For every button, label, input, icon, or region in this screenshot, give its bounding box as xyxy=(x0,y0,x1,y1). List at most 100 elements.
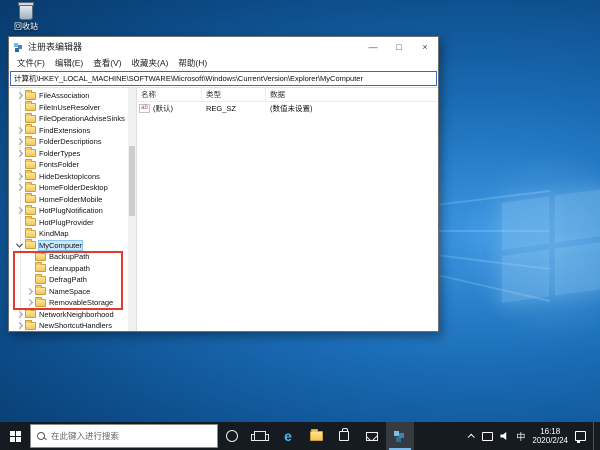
registry-editor-window: 注册表编辑器 — □ × 文件(F) 编辑(E) 查看(V) 收藏夹(A) 帮助… xyxy=(8,36,439,332)
tree-item-FileInUseResolver[interactable]: FileInUseResolver xyxy=(9,101,136,114)
tree-item-FileAssociation[interactable]: FileAssociation xyxy=(9,89,136,102)
folder-icon xyxy=(35,262,46,273)
taskbar-search-box[interactable] xyxy=(30,424,218,448)
menu-favorites[interactable]: 收藏夹(A) xyxy=(127,57,174,69)
tree-item-label: KindMap xyxy=(39,229,69,239)
title-bar[interactable]: 注册表编辑器 — □ × xyxy=(9,37,438,56)
chevron-icon[interactable] xyxy=(25,264,34,273)
clock[interactable]: 16:18 2020/2/24 xyxy=(532,427,568,446)
chevron-icon[interactable] xyxy=(15,241,24,250)
value-name: (默认) xyxy=(153,103,173,113)
mail-button[interactable] xyxy=(358,422,386,450)
chevron-icon[interactable] xyxy=(15,229,24,238)
chevron-icon[interactable] xyxy=(15,149,24,158)
tree-item-MyComputer[interactable]: MyComputer xyxy=(9,239,136,252)
menu-help[interactable]: 帮助(H) xyxy=(173,57,212,69)
tree-item-FolderDescriptions[interactable]: FolderDescriptions xyxy=(9,135,136,148)
volume-icon[interactable] xyxy=(500,431,507,441)
chevron-icon[interactable] xyxy=(15,195,24,204)
tree-item-cleanuppath[interactable]: cleanuppath xyxy=(9,262,136,275)
task-view-button[interactable] xyxy=(246,422,274,450)
value-type: REG_SZ xyxy=(206,103,237,113)
tree-item-label: FolderTypes xyxy=(39,148,81,158)
chevron-icon[interactable] xyxy=(15,183,24,192)
tree-scrollbar-thumb[interactable] xyxy=(129,146,135,216)
tree-item-HomeFolderMobile[interactable]: HomeFolderMobile xyxy=(9,193,136,206)
folder-icon xyxy=(25,216,36,227)
show-hidden-icons-button[interactable] xyxy=(466,432,475,441)
tree-scrollbar[interactable] xyxy=(128,88,136,331)
close-button[interactable]: × xyxy=(412,37,438,56)
tree-item-HotPlugNotification[interactable]: HotPlugNotification xyxy=(9,204,136,217)
menu-edit[interactable]: 编辑(E) xyxy=(50,57,88,69)
chevron-icon[interactable] xyxy=(15,172,24,181)
folder-icon xyxy=(25,239,36,250)
folder-icon xyxy=(25,204,36,215)
tree-item-RemovableStorage[interactable]: RemovableStorage xyxy=(9,296,136,309)
folder-icon xyxy=(25,135,36,146)
tree-item-label: FindExtensions xyxy=(39,125,91,135)
column-header-name[interactable]: 名称 xyxy=(137,88,202,101)
chevron-icon[interactable] xyxy=(15,91,24,100)
tree-item-FolderTypes[interactable]: FolderTypes xyxy=(9,147,136,160)
edge-button[interactable]: e xyxy=(274,422,302,450)
reg-sz-string-icon: ab xyxy=(139,103,150,113)
tree-item-NetworkNeighborhood[interactable]: NetworkNeighborhood xyxy=(9,308,136,321)
recycle-bin-shortcut[interactable]: 回收站 xyxy=(8,2,44,32)
tree-item-NameSpace[interactable]: NameSpace xyxy=(9,285,136,298)
folder-icon xyxy=(25,147,36,158)
chevron-icon[interactable] xyxy=(25,298,34,307)
tree-item-label: HideDesktopIcons xyxy=(39,171,100,181)
file-explorer-button[interactable] xyxy=(302,422,330,450)
tree-item-FindExtensions[interactable]: FindExtensions xyxy=(9,124,136,137)
address-bar-wrap: 计算机\HKEY_LOCAL_MACHINE\SOFTWARE\Microsof… xyxy=(9,70,438,87)
tree-item-label: FontsFolder xyxy=(39,160,80,170)
network-icon[interactable] xyxy=(482,431,494,441)
chevron-icon[interactable] xyxy=(15,310,24,319)
tree-item-FontsFolder[interactable]: FontsFolder xyxy=(9,158,136,171)
cortana-button[interactable] xyxy=(218,422,246,450)
address-bar[interactable]: 计算机\HKEY_LOCAL_MACHINE\SOFTWARE\Microsof… xyxy=(10,71,437,86)
tree-item-DefragPath[interactable]: DefragPath xyxy=(9,273,136,286)
chevron-icon[interactable] xyxy=(25,275,34,284)
clock-date: 2020/2/24 xyxy=(532,436,568,445)
tree-item-label: RemovableStorage xyxy=(49,298,114,308)
chevron-icon[interactable] xyxy=(15,114,24,123)
maximize-button[interactable]: □ xyxy=(386,37,412,56)
chevron-icon[interactable] xyxy=(15,160,24,169)
registry-editor-taskbar-button[interactable] xyxy=(386,422,414,450)
action-center-icon[interactable] xyxy=(575,431,586,443)
value-row-default[interactable]: ab (默认) REG_SZ (数值未设置) xyxy=(137,102,438,114)
chevron-icon[interactable] xyxy=(25,287,34,296)
folder-icon xyxy=(25,124,36,135)
menu-view[interactable]: 查看(V) xyxy=(88,57,126,69)
chevron-icon[interactable] xyxy=(15,218,24,227)
column-header-type[interactable]: 类型 xyxy=(202,88,266,101)
start-button[interactable] xyxy=(0,422,30,450)
tree-item-NewShortcutHandlers[interactable]: NewShortcutHandlers xyxy=(9,319,136,331)
tree-item-HotPlugProvider[interactable]: HotPlugProvider xyxy=(9,216,136,229)
minimize-button[interactable]: — xyxy=(360,37,386,56)
store-button[interactable] xyxy=(330,422,358,450)
chevron-icon[interactable] xyxy=(15,126,24,135)
show-desktop-button[interactable] xyxy=(593,422,597,450)
folder-icon xyxy=(25,170,36,181)
window-title: 注册表编辑器 xyxy=(28,42,83,52)
chevron-icon[interactable] xyxy=(15,137,24,146)
chevron-icon[interactable] xyxy=(15,103,24,112)
folder-icon xyxy=(25,101,36,112)
tree-item-KindMap[interactable]: KindMap xyxy=(9,227,136,240)
tree-item-FileOperationAdviseSinks[interactable]: FileOperationAdviseSinks xyxy=(9,112,136,125)
ime-indicator[interactable]: 中 xyxy=(516,430,525,443)
tree-item-HomeFolderDesktop[interactable]: HomeFolderDesktop xyxy=(9,181,136,194)
recycle-bin-label: 回收站 xyxy=(14,22,38,31)
chevron-icon[interactable] xyxy=(25,252,34,261)
chevron-icon[interactable] xyxy=(15,206,24,215)
chevron-icon[interactable] xyxy=(15,321,24,330)
tree-item-label: HotPlugNotification xyxy=(39,206,103,216)
column-header-data[interactable]: 数据 xyxy=(266,88,438,101)
search-input[interactable] xyxy=(51,431,201,441)
menu-file[interactable]: 文件(F) xyxy=(12,57,50,69)
tree-item-BackupPath[interactable]: BackupPath xyxy=(9,250,136,263)
tree-item-HideDesktopIcons[interactable]: HideDesktopIcons xyxy=(9,170,136,183)
